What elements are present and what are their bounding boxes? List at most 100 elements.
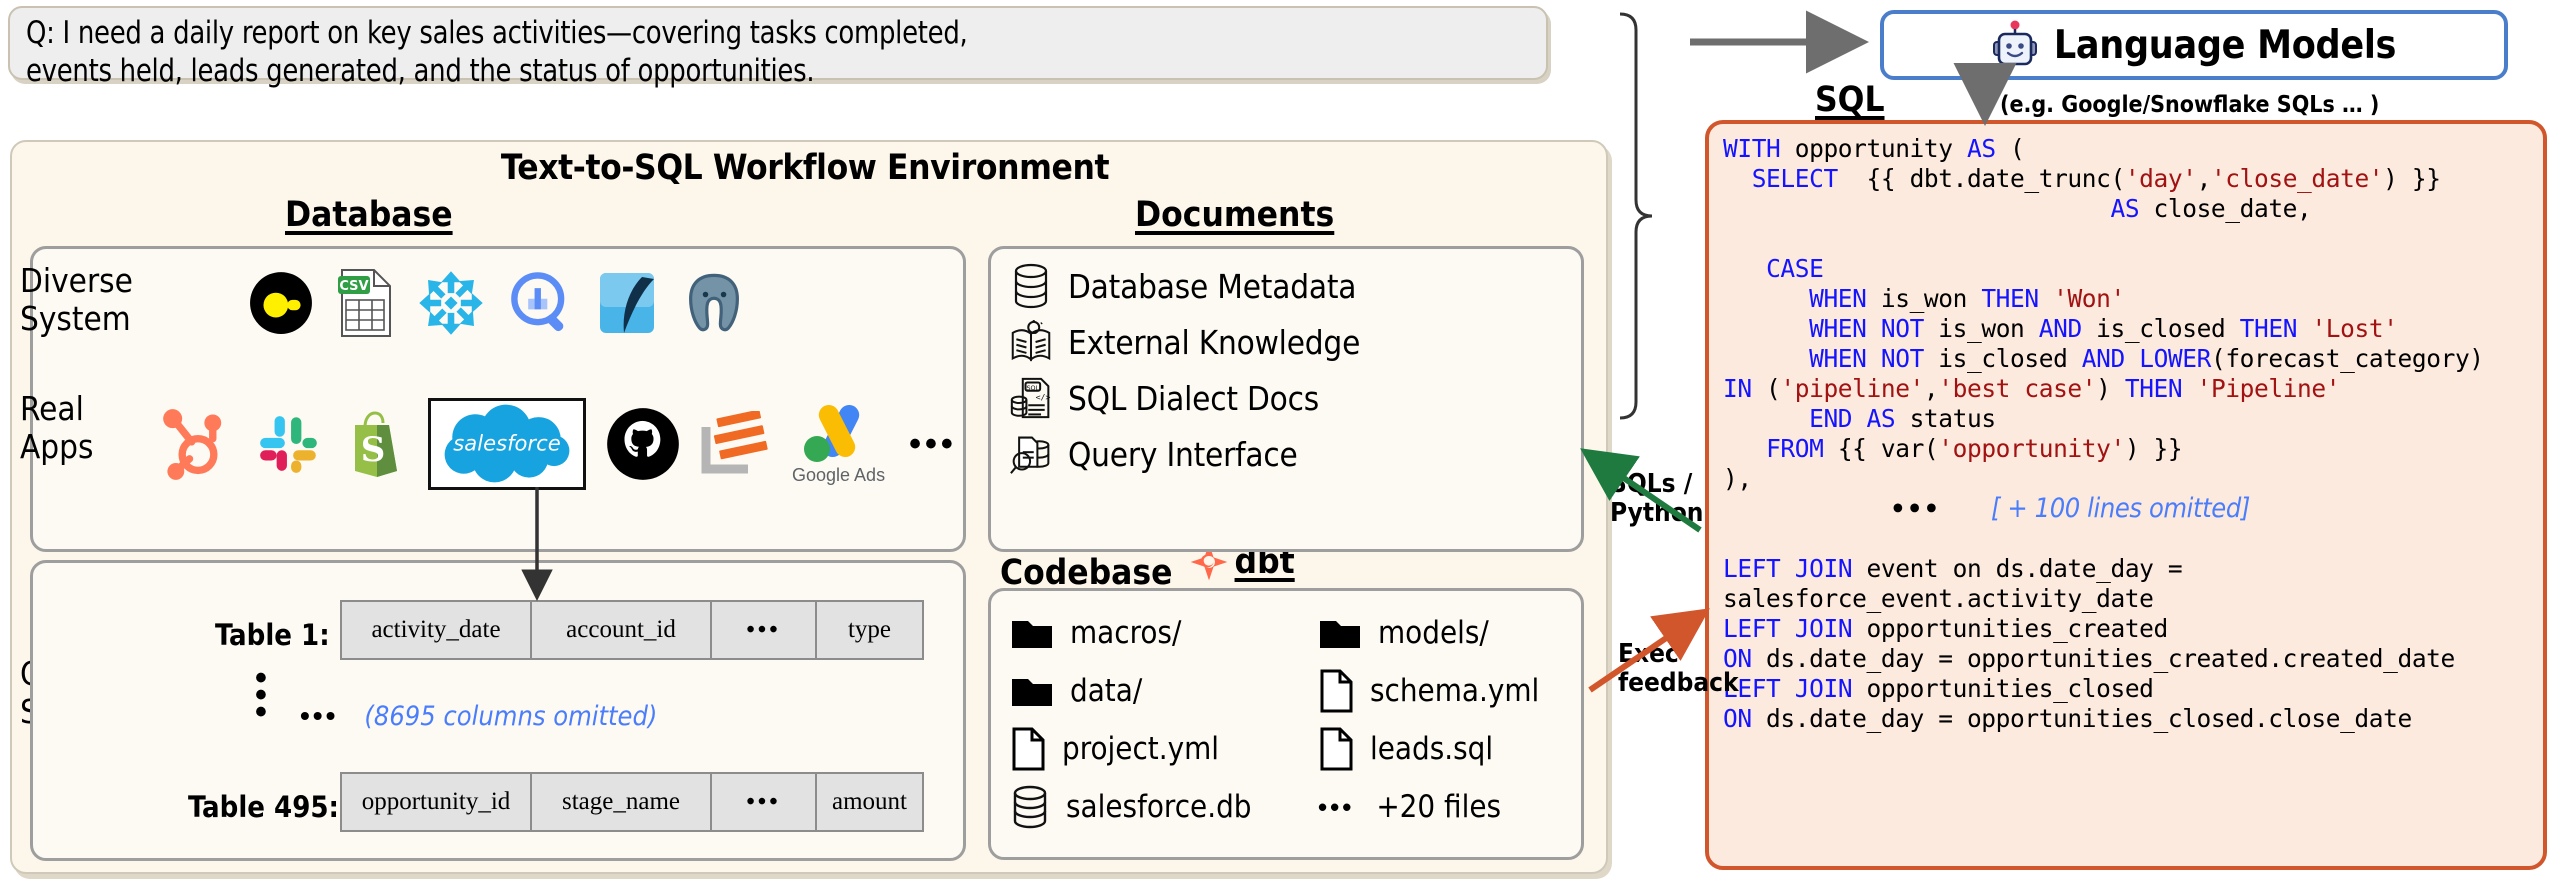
sql-doc-icon: SQL </> (1010, 377, 1051, 419)
sql-code: WITH opportunity AS ( SELECT {{ dbt.date… (1723, 134, 2484, 733)
documents-list: Database Metadata External Knowledge SQL… (1010, 262, 1360, 478)
list-item: Database Metadata (1010, 262, 1360, 310)
file-icon (1320, 727, 1353, 771)
table-row: opportunity_id (342, 774, 532, 830)
question-prefix: Q: (26, 15, 55, 51)
list-item-label: Database Metadata (1068, 266, 1357, 306)
list-item: schema.yml (1318, 669, 1578, 713)
bigquery-icon (511, 272, 565, 332)
apps-ellipsis-icon: ••• (909, 424, 957, 463)
google-ads-icon: Google Ads (792, 403, 885, 486)
google-ads-mark (803, 404, 859, 462)
shopify-icon: S (355, 411, 397, 477)
list-item-label: data/ (1070, 673, 1143, 709)
sql-heading: SQL (1815, 80, 1885, 120)
list-item-label: leads.sql (1370, 731, 1494, 767)
list-item: ••• +20 files (1318, 789, 1578, 825)
list-item: External Knowledge (1010, 318, 1360, 366)
figure-canvas: Q: I need a daily report on key sales ac… (0, 0, 2553, 880)
list-item: Query Interface (1010, 430, 1360, 478)
table-row: amount (832, 788, 907, 815)
list-item: data/ (1010, 673, 1310, 709)
exec-feedback-label: Exec feedback (1618, 639, 1739, 698)
file-icon (1012, 727, 1045, 771)
codebase-heading-text: Codebase (1000, 553, 1173, 593)
omitted-columns-row: ••• (8695 columns omitted) (300, 700, 657, 732)
asana-icon (701, 411, 768, 474)
table-495-label: Table 495: (188, 790, 339, 824)
list-item-label: SQL Dialect Docs (1068, 378, 1320, 418)
vertical-ellipsis-icon: • • • (255, 659, 267, 731)
sqls-python-label: SQLs / Python (1610, 469, 1704, 528)
slack-icon (260, 416, 317, 473)
sql-code-box: WITH opportunity AS ( SELECT {{ dbt.date… (1705, 120, 2547, 870)
github-icon (607, 408, 679, 480)
environment-title: Text-to-SQL Workflow Environment (500, 148, 1110, 188)
csv-file-icon: CSV (338, 269, 391, 337)
list-item-label: +20 files (1376, 789, 1502, 825)
list-item: SQL </> SQL Dialect Docs (1010, 374, 1360, 422)
database-icon (1014, 263, 1048, 309)
codebase-file-list: macros/ models/ data/ schema.yml project… (1010, 604, 1578, 836)
question-box: Q: I need a daily report on key sales ac… (8, 6, 1548, 89)
database-section-heading: Database (285, 195, 453, 235)
documents-section-heading: Documents (1135, 195, 1335, 235)
table-1-label: Table 1: (215, 618, 330, 652)
folder-icon (1012, 679, 1052, 706)
diverse-system-icon-row: CSV (248, 268, 748, 338)
google-ads-label: Google Ads (792, 464, 886, 485)
language-models-box: Language Models (1880, 10, 2508, 80)
robot-icon (1992, 20, 2037, 66)
svg-text:</>: </> (1036, 392, 1051, 402)
ellipsis-icon: ••• (1318, 791, 1355, 822)
table-row: ••• (712, 774, 817, 830)
question-text-line1: I need a daily report on key sales activ… (62, 15, 968, 51)
svg-text:salesforce: salesforce (453, 431, 560, 456)
list-item: project.yml (1010, 727, 1310, 771)
sql-dialect-note: (e.g. Google/Snowflake SQLs … ) (2000, 92, 2380, 118)
duckdb-icon (250, 272, 312, 334)
list-item-label: External Knowledge (1068, 322, 1361, 362)
list-item: leads.sql (1318, 727, 1578, 771)
folder-icon (1012, 621, 1052, 648)
svg-text:CSV: CSV (339, 279, 368, 294)
list-item-label: schema.yml (1370, 673, 1540, 709)
grouping-brace (1619, 12, 1653, 420)
list-item: macros/ (1010, 615, 1310, 651)
salesforce-icon: salesforce (428, 398, 586, 490)
language-models-label: Language Models (2053, 22, 2397, 68)
query-magnifier-icon (1010, 436, 1050, 474)
list-item-label: project.yml (1062, 731, 1219, 767)
table-row: type (847, 616, 892, 643)
table-row: ••• (712, 602, 817, 658)
question-line-1: Q: I need a daily report on key sales ac… (26, 14, 1427, 52)
open-book-bulb-icon (1011, 320, 1051, 362)
list-item: models/ (1318, 615, 1578, 651)
hubspot-icon (163, 409, 222, 480)
table-row: account_id (532, 602, 712, 658)
folder-icon (1320, 621, 1360, 648)
table-1-columns: activity_date account_id ••• type (340, 600, 924, 660)
databricks-icon (600, 273, 654, 333)
snowflake-icon (419, 271, 483, 335)
diverse-system-label: Diverse System (20, 261, 133, 338)
table-row: activity_date (342, 602, 532, 658)
list-item-label: salesforce.db (1066, 789, 1252, 825)
list-item-label: macros/ (1070, 615, 1182, 651)
postgresql-icon (689, 273, 739, 332)
list-item-label: Query Interface (1068, 434, 1298, 474)
svg-text:S: S (361, 430, 386, 470)
real-apps-icon-row: S salesforce Google Ads ••• (160, 398, 957, 490)
real-apps-label: Real Apps (20, 389, 94, 466)
table-495-columns: opportunity_id stage_name ••• amount (340, 772, 924, 832)
ellipsis-icon: ••• (300, 700, 339, 731)
file-icon (1320, 669, 1353, 713)
omitted-columns-text: (8695 columns omitted) (364, 700, 658, 732)
salesforce-cloud-shape: salesforce (444, 404, 570, 483)
database-icon (1013, 785, 1047, 829)
question-line-2: events held, leads generated, and the st… (26, 53, 815, 89)
svg-text:SQL: SQL (1027, 384, 1040, 392)
table-row: stage_name (532, 774, 712, 830)
list-item-label: models/ (1378, 615, 1489, 651)
list-item: salesforce.db (1010, 785, 1310, 829)
